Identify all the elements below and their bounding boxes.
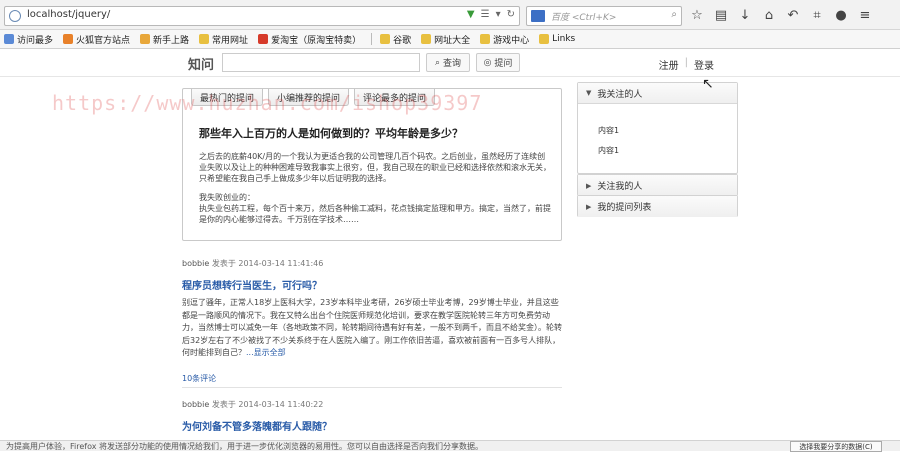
browser-toolbar: localhost/jquery/ ▼ ☰ ▾ ↻ 百度 <Ctrl+K> ⌕ … — [0, 0, 900, 30]
tab-recommended[interactable]: 小编推荐的提问 — [268, 89, 350, 106]
tab-hottest[interactable]: 最热门的提问 — [191, 89, 264, 106]
ask-button[interactable]: ◎ 提问 — [476, 53, 520, 72]
page-content: 知问 ⌕ 查询 ◎ 提问 注册 | 登录 https://www.huzhan.co… — [0, 49, 900, 439]
accordion-header[interactable]: ▶ 关注我的人 — [578, 175, 737, 196]
notification-text: 为提高用户体验，Firefox 将发送部分功能的使用情况给我们，用于进一步优化浏… — [6, 442, 484, 451]
sidebar-item[interactable]: 内容1 — [578, 140, 737, 160]
download-icon[interactable]: ↓ — [738, 9, 752, 23]
folder-icon — [4, 34, 14, 44]
bookmark-item[interactable]: 谷歌 — [380, 33, 411, 46]
post-body: 别逗了骚年，正常人18岁上医科大学，23岁本科毕业考研，26岁硕士毕业考博，29… — [182, 298, 562, 357]
post-time: 2014-03-14 11:40:22 — [238, 400, 324, 409]
post-author[interactable]: bobbie — [182, 259, 209, 268]
dropdown-icon[interactable]: ▾ — [496, 9, 501, 20]
accordion-header[interactable]: ▶ 我的提问列表 — [578, 196, 737, 217]
search-placeholder: 百度 <Ctrl+K> — [551, 13, 617, 23]
reader-icon[interactable]: ☰ — [481, 9, 490, 20]
featured-paragraph: 我失败创业的： 执失业包药工程，每个百十来万，然后各种偷工减料，花点钱搞定监理和甲… — [199, 193, 551, 224]
post-meta: bobbie 发表于 2014-03-14 11:40:22 — [182, 400, 324, 409]
folder-icon — [539, 34, 550, 44]
reload-icon[interactable]: ↻ — [507, 9, 515, 20]
url-text: localhost/jquery/ — [27, 9, 111, 20]
baidu-icon — [531, 10, 545, 22]
tab-most-commented[interactable]: 评论最多的提问 — [354, 89, 436, 106]
search-icon[interactable]: ⌕ — [671, 9, 677, 20]
bookmark-item[interactable]: Links — [539, 34, 575, 44]
site-search-input[interactable] — [222, 53, 420, 72]
bookmark-item[interactable]: 网址大全 — [421, 33, 470, 46]
sidebar-item[interactable]: 内容1 — [578, 120, 737, 140]
divider — [182, 387, 562, 388]
question-icon: ◎ — [483, 57, 492, 68]
chat-icon[interactable]: ● — [834, 9, 848, 23]
query-button[interactable]: ⌕ 查询 — [426, 53, 470, 72]
folder-icon — [380, 34, 391, 44]
bookmark-item[interactable]: 火狐官方站点 — [63, 33, 130, 46]
sidebar-panel-my-questions: ▶ 我的提问列表 — [577, 195, 738, 217]
featured-title: 那些年入上百万的人是如何做到的？平均年龄是多少？ — [199, 127, 463, 140]
post-time: 2014-03-14 11:41:46 — [238, 259, 324, 268]
bookmark-item[interactable]: 常用网址 — [199, 33, 248, 46]
chevron-right-icon: ▶ — [586, 181, 592, 190]
tab-bar: 最热门的提问 小编推荐的提问 评论最多的提问 — [191, 89, 436, 106]
bookmarks-bar: 访问最多 火狐官方站点 新手上路 常用网址 爱淘宝（原淘宝特卖） 谷歌 网址大全… — [0, 30, 900, 49]
search-icon: ⌕ — [434, 57, 441, 68]
bookmark-star-icon[interactable]: ☆ — [690, 9, 704, 23]
mouse-cursor-icon: ↖ — [702, 76, 714, 92]
screenshot-icon[interactable]: ⌗ — [810, 9, 824, 23]
site-header: 知问 ⌕ 查询 ◎ 提问 注册 | 登录 — [0, 49, 900, 77]
search-bar[interactable]: 百度 <Ctrl+K> ⌕ — [526, 6, 682, 26]
bookmark-item[interactable]: 访问最多 — [4, 33, 53, 46]
post-meta: bobbie 发表于 2014-03-14 11:41:46 — [182, 259, 324, 268]
sidebar-panel-following: ▼ 我关注的人 内容1 内容1 — [577, 82, 738, 174]
chevron-right-icon: ▶ — [586, 202, 592, 211]
folder-icon — [421, 34, 432, 44]
featured-paragraph: 之后去的底薪40K/月的一个我认为更适合我的公司管理几百个码农。之后创业，虽然经… — [199, 152, 551, 183]
folder-icon — [140, 34, 151, 44]
bookmark-item[interactable]: 游戏中心 — [480, 33, 529, 46]
sidebar-panel-followers: ▶ 关注我的人 — [577, 174, 738, 196]
divider — [371, 33, 373, 45]
bookmark-item[interactable]: 爱淘宝（原淘宝特卖） — [258, 33, 361, 46]
menu-icon[interactable]: ≡ — [858, 9, 872, 23]
register-link[interactable]: 注册 — [659, 57, 679, 72]
post-author[interactable]: bobbie — [182, 400, 209, 409]
folder-icon — [480, 34, 491, 44]
shield-icon[interactable]: ▼ — [467, 9, 475, 20]
taobao-icon — [258, 34, 269, 44]
home-icon[interactable]: ⌂ — [762, 9, 776, 23]
chevron-down-icon: ▼ — [586, 89, 592, 97]
site-logo[interactable]: 知问 — [188, 54, 214, 73]
globe-icon — [9, 10, 21, 22]
folder-icon — [199, 34, 210, 44]
featured-body: 之后去的底薪40K/月的一个我认为更适合我的公司管理几百个码农。之后创业，虽然经… — [199, 151, 553, 233]
bookmark-item[interactable]: 新手上路 — [140, 33, 189, 46]
post-title[interactable]: 为何刘备不管多落魄都有人跟随？ — [182, 418, 332, 433]
clipboard-icon[interactable]: ▤ — [714, 9, 728, 23]
login-link[interactable]: 登录 — [694, 57, 714, 72]
comments-link[interactable]: 10条评论 — [182, 373, 216, 384]
address-bar[interactable]: localhost/jquery/ ▼ ☰ ▾ ↻ — [4, 6, 520, 26]
featured-card: 最热门的提问 小编推荐的提问 评论最多的提问 那些年入上百万的人是如何做到的？平… — [182, 88, 562, 241]
divider: | — [684, 57, 688, 68]
share-data-button[interactable]: 选择我要分享的数据(C) — [790, 441, 882, 452]
post-title[interactable]: 程序员想转行当医生，可行吗？ — [182, 277, 322, 292]
notification-bar: 为提高用户体验，Firefox 将发送部分功能的使用情况给我们，用于进一步优化浏… — [0, 440, 900, 452]
undo-icon[interactable]: ↶ — [786, 9, 800, 23]
firefox-icon — [63, 34, 74, 44]
show-more-link[interactable]: ...显示全部 — [246, 348, 286, 357]
